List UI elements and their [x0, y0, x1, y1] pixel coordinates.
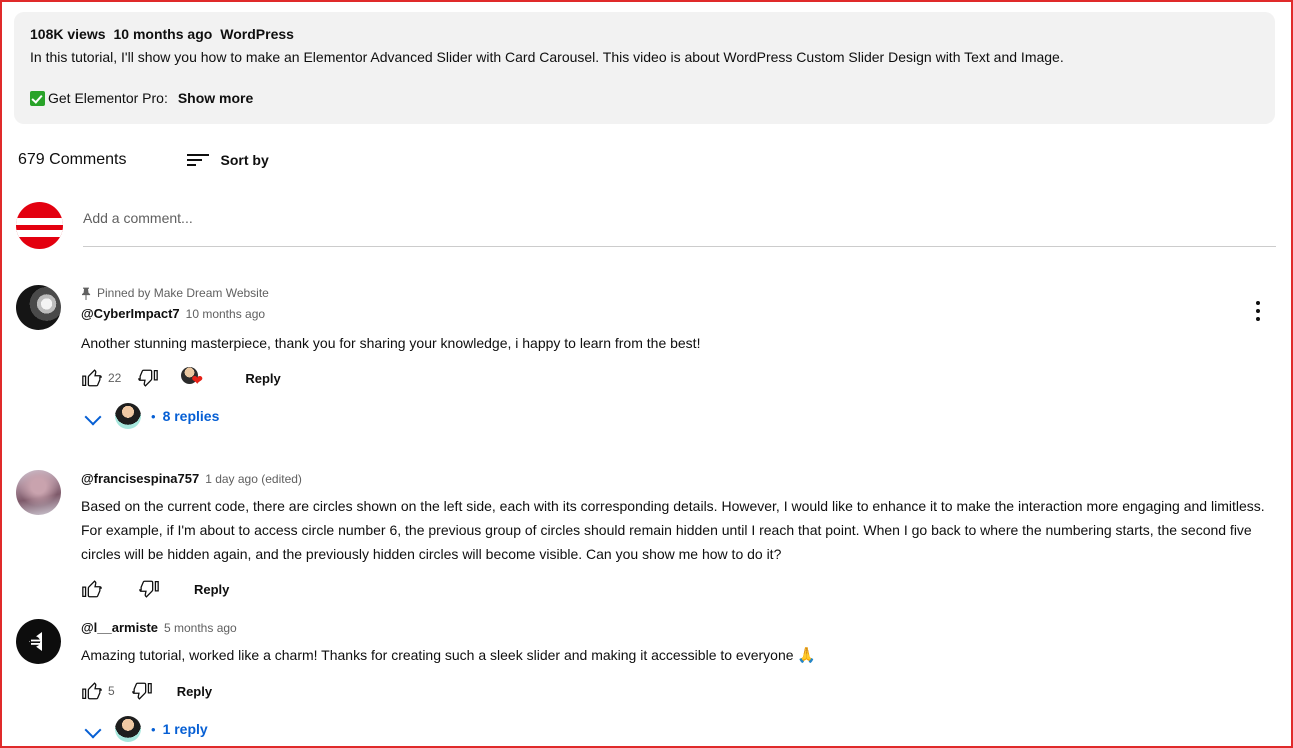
comment-timestamp[interactable]: 10 months ago [186, 305, 265, 323]
current-user-avatar[interactable] [16, 202, 63, 249]
channel-logo-icon [25, 628, 52, 655]
comment-item: @francisespina757 1 day ago (edited) Bas… [16, 470, 1280, 602]
comment-meta: @l__armiste 5 months ago [81, 619, 1280, 637]
comment-meta: @francisespina757 1 day ago (edited) [81, 470, 1280, 488]
comment-item: Pinned by Make Dream Website @CyberImpac… [16, 285, 1280, 429]
comment-actions: Reply [81, 576, 1280, 602]
show-more-button[interactable]: Show more [178, 88, 253, 108]
comment-item: @l__armiste 5 months ago Amazing tutoria… [16, 619, 1280, 742]
green-check-icon [30, 90, 45, 106]
description-promo-line: Get Elementor Pro: Show more [30, 88, 253, 108]
sort-by-label: Sort by [220, 152, 269, 168]
chevron-down-icon [81, 717, 105, 741]
replier-avatar [115, 716, 141, 742]
upload-age: 10 months ago [113, 26, 213, 42]
description-text: In this tutorial, I'll show you how to m… [30, 49, 1064, 65]
reply-button[interactable]: Reply [177, 684, 212, 699]
thumbs-up-icon[interactable] [81, 367, 103, 389]
promo-label: Get Elementor Pro: [48, 90, 168, 106]
creator-heart-badge[interactable]: ❤ [181, 367, 211, 389]
more-options-icon[interactable] [1246, 297, 1270, 325]
pinned-text: Pinned by Make Dream Website [97, 286, 269, 300]
chevron-down-icon [81, 404, 105, 428]
pinned-indicator: Pinned by Make Dream Website [81, 285, 1280, 301]
like-count: 5 [108, 684, 115, 698]
reply-button[interactable]: Reply [194, 582, 229, 597]
avatar[interactable] [16, 619, 61, 664]
replier-avatar [115, 403, 141, 429]
show-replies-button[interactable]: • 8 replies [81, 403, 1280, 429]
comment-text: Amazing tutorial, worked like a charm! T… [81, 643, 1280, 668]
comment-actions: 22 ❤ Reply [81, 365, 1280, 391]
thumbs-down-icon[interactable] [131, 680, 153, 702]
replies-count-label: 8 replies [162, 408, 220, 424]
comment-text: Another stunning masterpiece, thank you … [81, 335, 701, 351]
replies-separator: • [151, 408, 156, 424]
reply-button[interactable]: Reply [245, 371, 280, 386]
video-description-box[interactable]: 108K views 10 months ago WordPress In this… [14, 12, 1275, 124]
like-count: 22 [108, 371, 122, 385]
description-meta: 108K views 10 months ago WordPress [30, 24, 1259, 44]
comment-meta: @CyberImpact7 10 months ago [81, 305, 1280, 323]
heart-icon: ❤ [191, 372, 204, 388]
hashtag-wordpress[interactable]: WordPress [220, 26, 294, 42]
add-comment-placeholder: Add a comment... [83, 210, 193, 226]
replies-count-label: 1 reply [162, 721, 208, 737]
comment-actions: 5 Reply [81, 678, 1280, 704]
comment-author[interactable]: @francisespina757 [81, 470, 199, 488]
replies-separator: • [151, 721, 156, 737]
add-comment-row: Add a comment... [16, 202, 1276, 249]
avatar[interactable] [16, 470, 61, 515]
show-replies-button[interactable]: • 1 reply [81, 716, 1280, 742]
thumbs-down-icon[interactable] [137, 367, 159, 389]
comments-header: 679 Comments Sort by [18, 148, 269, 172]
comment-text-body: Amazing tutorial, worked like a charm! T… [81, 647, 798, 663]
comment-text: Based on the current code, there are cir… [81, 498, 1265, 562]
comment-author[interactable]: @CyberImpact7 [81, 305, 180, 323]
comment-timestamp[interactable]: 1 day ago (edited) [205, 470, 302, 488]
add-comment-input[interactable]: Add a comment... [83, 202, 1276, 247]
thumbs-up-icon[interactable] [81, 680, 103, 702]
comment-timestamp[interactable]: 5 months ago [164, 619, 237, 637]
thumbs-up-icon[interactable] [81, 578, 103, 600]
sort-lines-icon [186, 153, 209, 167]
comment-author[interactable]: @l__armiste [81, 619, 158, 637]
view-count: 108K views [30, 26, 106, 42]
avatar[interactable] [16, 285, 61, 330]
thumbs-down-icon[interactable] [138, 578, 160, 600]
youtube-comments-page: 108K views 10 months ago WordPress In this… [0, 0, 1293, 748]
pray-emoji: 🙏 [797, 647, 817, 664]
comment-count: 679 Comments [18, 151, 127, 168]
sort-by-button[interactable]: Sort by [186, 152, 269, 168]
pin-icon [81, 287, 91, 300]
